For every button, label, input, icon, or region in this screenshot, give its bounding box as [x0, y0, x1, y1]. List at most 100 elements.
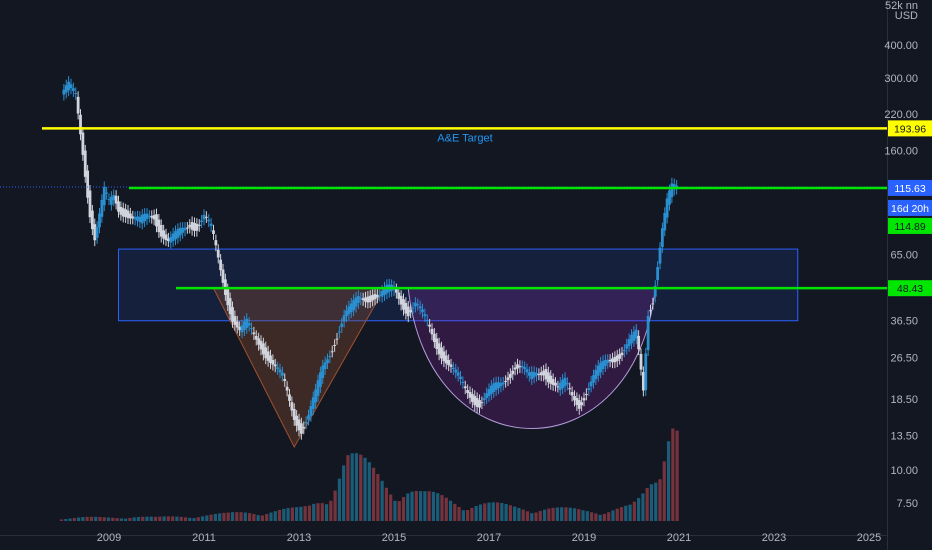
volume-bar: [171, 516, 175, 521]
volume-bar: [641, 493, 645, 521]
candle-body: [247, 323, 251, 326]
candle-body: [333, 344, 337, 346]
y-tick-label: 13.50: [890, 430, 918, 442]
candle-body: [337, 331, 341, 333]
volume-bar: [448, 500, 453, 521]
candle-body: [554, 382, 557, 386]
volume-bar: [303, 506, 307, 521]
candle-body: [340, 323, 344, 327]
chart-annotations: A&E Target: [437, 132, 492, 144]
volume-bar: [81, 517, 85, 521]
volume-bar: [500, 502, 504, 521]
volume-bar: [218, 513, 222, 521]
volume-bar: [495, 502, 500, 521]
volume-bar: [649, 484, 654, 521]
volume-bar: [307, 505, 312, 521]
volume-bar: [585, 511, 589, 521]
volume-bar: [299, 506, 303, 521]
volume-bar: [106, 517, 111, 521]
volume-bar: [483, 503, 487, 521]
candle-body: [207, 219, 211, 222]
candle-body: [525, 369, 529, 373]
volume-bar: [457, 507, 461, 521]
volume-bar: [111, 517, 115, 521]
volume-bar: [226, 512, 230, 521]
volume-bar: [487, 502, 491, 521]
candle-body: [304, 422, 308, 424]
volume-bar: [380, 480, 384, 521]
volume-bar: [624, 505, 628, 521]
candle-body: [423, 314, 427, 317]
candle-body: [658, 247, 662, 264]
candle-body: [328, 355, 332, 358]
candlestick-chart[interactable]: A&E Target 52k nnUSD400.00300.00220.0016…: [0, 0, 932, 550]
candle-body: [278, 369, 282, 373]
candle-body: [461, 382, 465, 384]
volume-bar: [371, 467, 376, 521]
volume-bar: [342, 465, 346, 521]
volume-bar: [200, 516, 205, 521]
volume-bar: [517, 507, 521, 521]
volume-bar: [94, 516, 98, 521]
volume-bar: [367, 462, 371, 521]
candle-body: [285, 386, 289, 391]
candle-body: [523, 367, 527, 370]
candle-body: [326, 359, 329, 364]
volume-bar: [89, 516, 94, 521]
candle-body: [105, 192, 109, 194]
volume-bar: [538, 510, 542, 521]
volume-bar: [248, 513, 252, 521]
volume-bar: [590, 512, 594, 521]
candle-body: [463, 386, 467, 389]
candle-body: [283, 379, 287, 381]
volume-bar: [376, 474, 380, 521]
price-tag-label: 115.63: [894, 183, 925, 195]
volume-bar: [389, 494, 393, 521]
volume-bar: [115, 518, 119, 521]
candle-body: [76, 96, 80, 114]
candle-body: [69, 84, 73, 89]
candle-body: [511, 370, 515, 375]
volume-bar: [213, 513, 217, 521]
volume-bar: [466, 510, 470, 521]
candle-body: [280, 372, 284, 376]
volume-bar: [602, 513, 607, 521]
volume-bar: [243, 512, 247, 521]
y-tick-label: 400.00: [884, 40, 918, 52]
candle-body: [620, 352, 624, 356]
candle-body: [646, 315, 650, 351]
volume-bar: [149, 516, 153, 521]
volume-bar: [252, 514, 256, 521]
volume-bar: [619, 507, 624, 521]
volume-bar: [320, 503, 324, 521]
volume-bar: [568, 507, 572, 521]
volume-bar: [436, 493, 440, 521]
candle-body: [79, 114, 82, 135]
candle-body: [504, 380, 508, 382]
volume-bar: [675, 430, 679, 521]
candle-body: [95, 226, 99, 238]
volume-bar: [235, 512, 239, 521]
candle-body: [214, 240, 218, 246]
candle-body: [649, 310, 652, 312]
volume-bar: [564, 507, 568, 521]
volume-bar: [119, 518, 123, 521]
volume-bar: [312, 503, 316, 521]
volume-bar: [85, 516, 89, 521]
volume-bar: [453, 503, 457, 521]
volume-bar: [162, 516, 166, 521]
volume-bar: [508, 505, 512, 521]
price-axis[interactable]: 52k nnUSD400.00300.00220.00160.0065.0036…: [884, 0, 918, 510]
volume-bar: [239, 512, 243, 521]
volume-bar: [525, 511, 530, 521]
volume-bar: [615, 508, 619, 521]
volume-bar: [594, 513, 598, 521]
volume-bar: [265, 514, 269, 521]
time-axis[interactable]: 2009 2011 2013 2015 2017 2019 2021 2023 2025: [97, 532, 881, 544]
candle-body: [252, 332, 256, 335]
volume-bar: [273, 511, 277, 521]
volume-bar: [316, 503, 320, 521]
y-tick-label: 10.00: [890, 465, 918, 477]
candle-body: [480, 402, 484, 404]
candle-body: [428, 324, 432, 327]
